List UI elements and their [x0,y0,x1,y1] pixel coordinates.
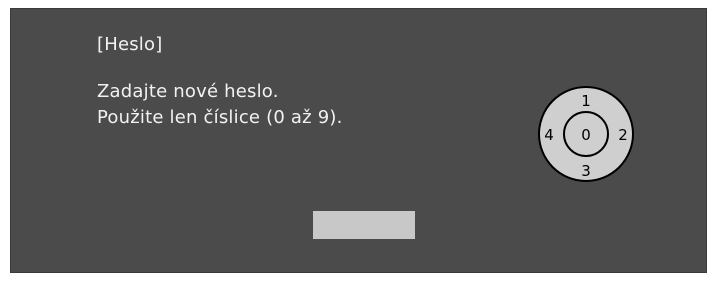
keypad-up-digit: 1 [581,92,591,110]
keypad-right-digit: 2 [618,126,628,144]
keypad-left-digit: 4 [544,126,554,144]
dialog-title: [Heslo] [97,34,163,55]
password-dialog: [Heslo] Zadajte nové heslo. Použite len … [10,8,707,273]
password-input-field[interactable] [313,211,415,239]
keypad-center-digit: 0 [581,126,591,144]
remote-keypad-diagram: 1 2 3 4 0 [538,86,634,182]
instruction-line-1: Zadajte nové heslo. [97,81,279,102]
keypad-down-digit: 3 [581,162,591,180]
instruction-line-2: Použite len číslice (0 až 9). [97,107,343,128]
